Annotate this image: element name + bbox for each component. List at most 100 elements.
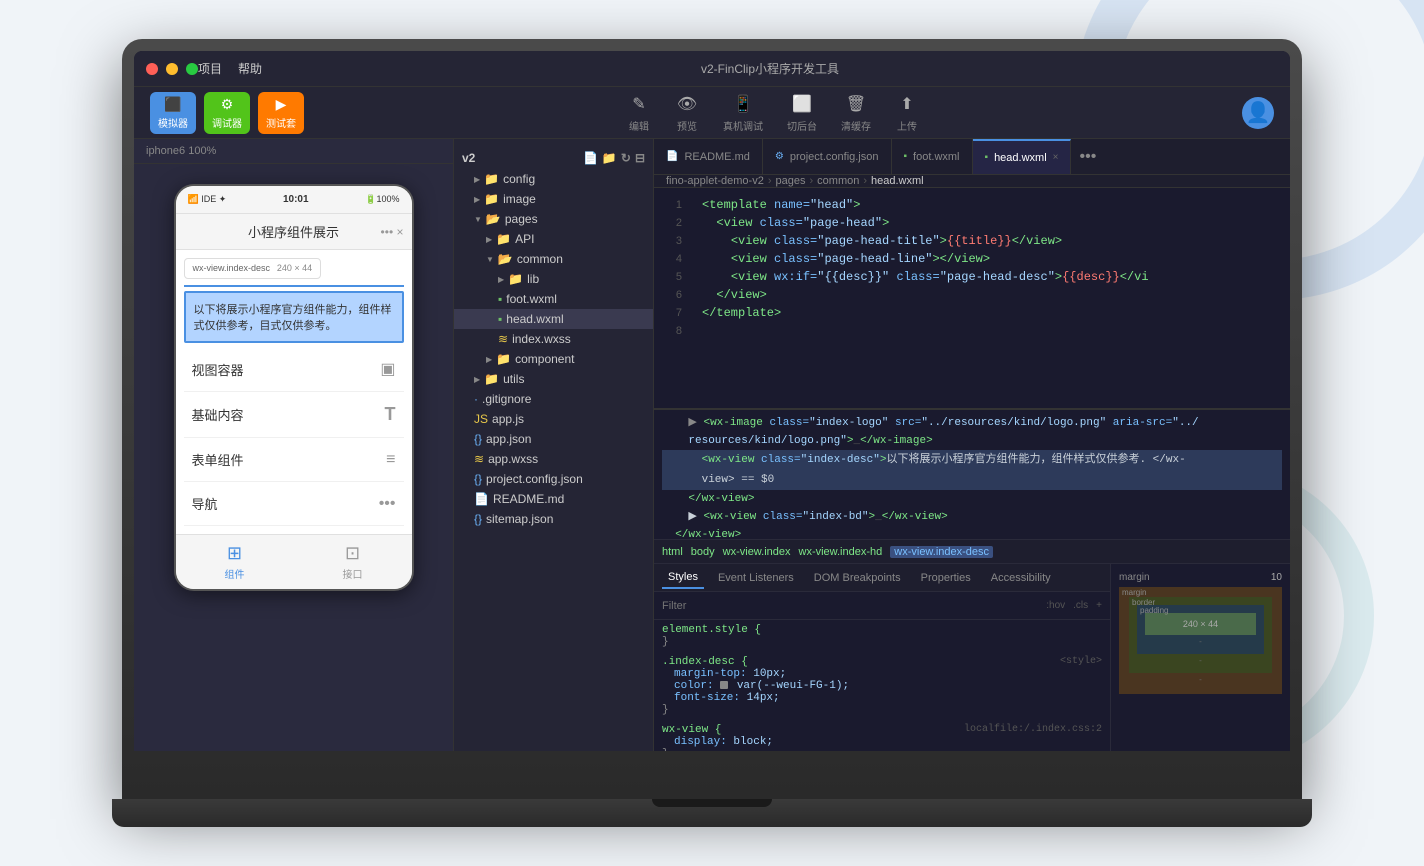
- menu-item-help[interactable]: 帮助: [238, 60, 262, 77]
- html-line-4[interactable]: view> == $0: [662, 470, 1282, 490]
- device-info: iphone6 100%: [134, 139, 453, 164]
- edit-action[interactable]: ✎ 编辑: [627, 92, 651, 133]
- preview-label: 预览: [677, 118, 697, 133]
- tooltip-container: wx-view.index-desc 240 × 44: [184, 258, 404, 287]
- tree-collapse-btn[interactable]: ⊟: [635, 151, 645, 165]
- html-line-3[interactable]: <wx-view class="index-desc">以下将展示小程序官方组件…: [662, 450, 1282, 470]
- breadcrumb-common: common: [817, 175, 859, 187]
- code-line-8: [702, 322, 1278, 340]
- folder-icon-common: 📂: [498, 252, 513, 266]
- html-line-7[interactable]: </wx-view>: [662, 526, 1282, 540]
- tree-label-common: common: [517, 252, 563, 266]
- tree-item-pages[interactable]: ▼ 📂 pages: [454, 209, 653, 229]
- user-avatar[interactable]: 👤: [1242, 97, 1274, 129]
- window-controls[interactable]: [146, 63, 198, 75]
- code-editor[interactable]: <template name="head"> <view class="page…: [690, 188, 1290, 408]
- tab-label-readme: README.md: [684, 151, 749, 163]
- list-item-basic-content[interactable]: 基础内容 T: [184, 392, 404, 438]
- list-item-nav[interactable]: 导航 •••: [184, 482, 404, 526]
- tree-item-common[interactable]: ▼ 📂 common: [454, 249, 653, 269]
- tooltip-size: 240 × 44: [277, 263, 312, 273]
- list-item-form[interactable]: 表单组件 ≡: [184, 438, 404, 482]
- tree-item-app-json[interactable]: {} app.json: [454, 429, 653, 449]
- devtools-tab-events[interactable]: Event Listeners: [712, 568, 800, 588]
- devtools-tab-properties[interactable]: Properties: [915, 568, 977, 588]
- dom-tag-html[interactable]: html: [662, 546, 683, 558]
- tab-head-wxml[interactable]: ▪ head.wxml ×: [973, 139, 1072, 174]
- tree-new-folder-btn[interactable]: 📁: [602, 151, 617, 165]
- tab-readme[interactable]: 📄 README.md: [654, 139, 763, 174]
- line-num-5: 5: [654, 268, 682, 286]
- style-selector-index-desc: .index-desc { <style>: [662, 656, 1102, 668]
- preview-action[interactable]: 👁 预览: [675, 92, 699, 133]
- tree-item-readme[interactable]: 📄 README.md: [454, 489, 653, 509]
- tree-refresh-btn[interactable]: ↻: [621, 151, 631, 165]
- dom-tag-wx-view-desc[interactable]: wx-view.index-desc: [890, 546, 993, 558]
- html-line-5[interactable]: </wx-view>: [662, 490, 1282, 508]
- element-tooltip: wx-view.index-desc 240 × 44: [184, 258, 322, 279]
- real-device-action[interactable]: 📱 真机调试: [723, 92, 763, 133]
- title-more-btn[interactable]: ••• ×: [381, 225, 404, 239]
- tab-project-config[interactable]: ⚙ project.config.json: [763, 139, 892, 174]
- tab-foot-wxml[interactable]: ▪ foot.wxml: [892, 139, 973, 174]
- tree-item-lib[interactable]: ▶ 📁 lib: [454, 269, 653, 289]
- tree-item-sitemap[interactable]: {} sitemap.json: [454, 509, 653, 529]
- tree-item-api[interactable]: ▶ 📁 API: [454, 229, 653, 249]
- close-button[interactable]: [146, 63, 158, 75]
- editor-breadcrumb: fino-applet-demo-v2 › pages › common › h…: [654, 175, 1290, 188]
- dom-tag-wx-view-index[interactable]: wx-view.index: [723, 546, 791, 558]
- tree-item-image[interactable]: ▶ 📁 image: [454, 189, 653, 209]
- line-num-7: 7: [654, 304, 682, 322]
- menu-item-project[interactable]: 项目: [198, 60, 222, 77]
- tree-item-project-config[interactable]: {} project.config.json: [454, 469, 653, 489]
- breadcrumb-pages: pages: [776, 175, 806, 187]
- simulator-button[interactable]: ⬛ 模拟器: [150, 92, 196, 134]
- filter-hint-plus[interactable]: +: [1096, 600, 1102, 611]
- nav-item-api[interactable]: ⊡ 接口: [294, 535, 412, 589]
- filter-hint-hov[interactable]: :hov: [1046, 600, 1065, 611]
- minimize-button[interactable]: [166, 63, 178, 75]
- debugger-button[interactable]: ⚙ 调试器: [204, 92, 250, 134]
- devtools-panels: Styles Event Listeners DOM Breakpoints P…: [654, 564, 1290, 751]
- tree-item-gitignore[interactable]: · .gitignore: [454, 389, 653, 409]
- html-line-1[interactable]: ▶ <wx-image class="index-logo" src="../r…: [662, 414, 1282, 432]
- screen-bezel: 项目 帮助 v2-FinClip小程序开发工具 ⬛ 模拟器 ⚙ 调: [134, 51, 1290, 751]
- maximize-button[interactable]: [186, 63, 198, 75]
- upload-action[interactable]: ⬆ 上传: [895, 92, 919, 133]
- nav-item-component[interactable]: ⊞ 组件: [176, 535, 294, 589]
- list-item-view-container[interactable]: 视图容器 ▣: [184, 347, 404, 392]
- test-label: 测试套: [266, 115, 296, 130]
- devtools-tab-dom-breakpoints[interactable]: DOM Breakpoints: [808, 568, 907, 588]
- tree-item-component[interactable]: ▶ 📁 component: [454, 349, 653, 369]
- html-line-6[interactable]: ▶ <wx-view class="index-bd">_</wx-view>: [662, 508, 1282, 526]
- devtools-tab-styles[interactable]: Styles: [662, 567, 704, 589]
- background-icon: ⬜: [790, 92, 814, 116]
- code-line-3: <view class="page-head-title">{{title}}<…: [702, 232, 1278, 250]
- tree-new-file-btn[interactable]: 📄: [583, 151, 598, 165]
- tabs-more-btn[interactable]: •••: [1071, 148, 1104, 166]
- tree-item-foot-wxml[interactable]: ▪ foot.wxml: [454, 289, 653, 309]
- line-num-6: 6: [654, 286, 682, 304]
- style-close-index-desc: }: [662, 704, 1102, 716]
- dom-tag-body[interactable]: body: [691, 546, 715, 558]
- dom-tag-wx-view-hd[interactable]: wx-view.index-hd: [799, 546, 883, 558]
- tree-item-utils[interactable]: ▶ 📁 utils: [454, 369, 653, 389]
- devtools-tab-accessibility[interactable]: Accessibility: [985, 568, 1057, 588]
- folder-icon-image: 📁: [484, 192, 499, 206]
- tree-item-app-js[interactable]: JS app.js: [454, 409, 653, 429]
- filter-hint-cls[interactable]: .cls: [1073, 600, 1088, 611]
- tab-label-foot-wxml: foot.wxml: [913, 151, 959, 163]
- tab-close-head-wxml[interactable]: ×: [1053, 152, 1059, 163]
- html-line-2[interactable]: resources/kind/logo.png">_</wx-image>: [662, 432, 1282, 450]
- background-action[interactable]: ⬜ 切后台: [787, 92, 817, 133]
- upload-icon: ⬆: [895, 92, 919, 116]
- styles-filter-input[interactable]: [662, 600, 1038, 612]
- tree-label-component: component: [515, 352, 574, 366]
- test-button[interactable]: ▶ 测试套: [258, 92, 304, 134]
- box-margin-outer: margin border padding 240 × 44: [1119, 587, 1282, 694]
- clear-cache-action[interactable]: 🗑 清缓存: [841, 92, 871, 133]
- tree-item-config[interactable]: ▶ 📁 config: [454, 169, 653, 189]
- tree-item-app-wxss[interactable]: ≋ app.wxss: [454, 449, 653, 469]
- tree-item-head-wxml[interactable]: ▪ head.wxml: [454, 309, 653, 329]
- tree-item-index-wxss[interactable]: ≋ index.wxss: [454, 329, 653, 349]
